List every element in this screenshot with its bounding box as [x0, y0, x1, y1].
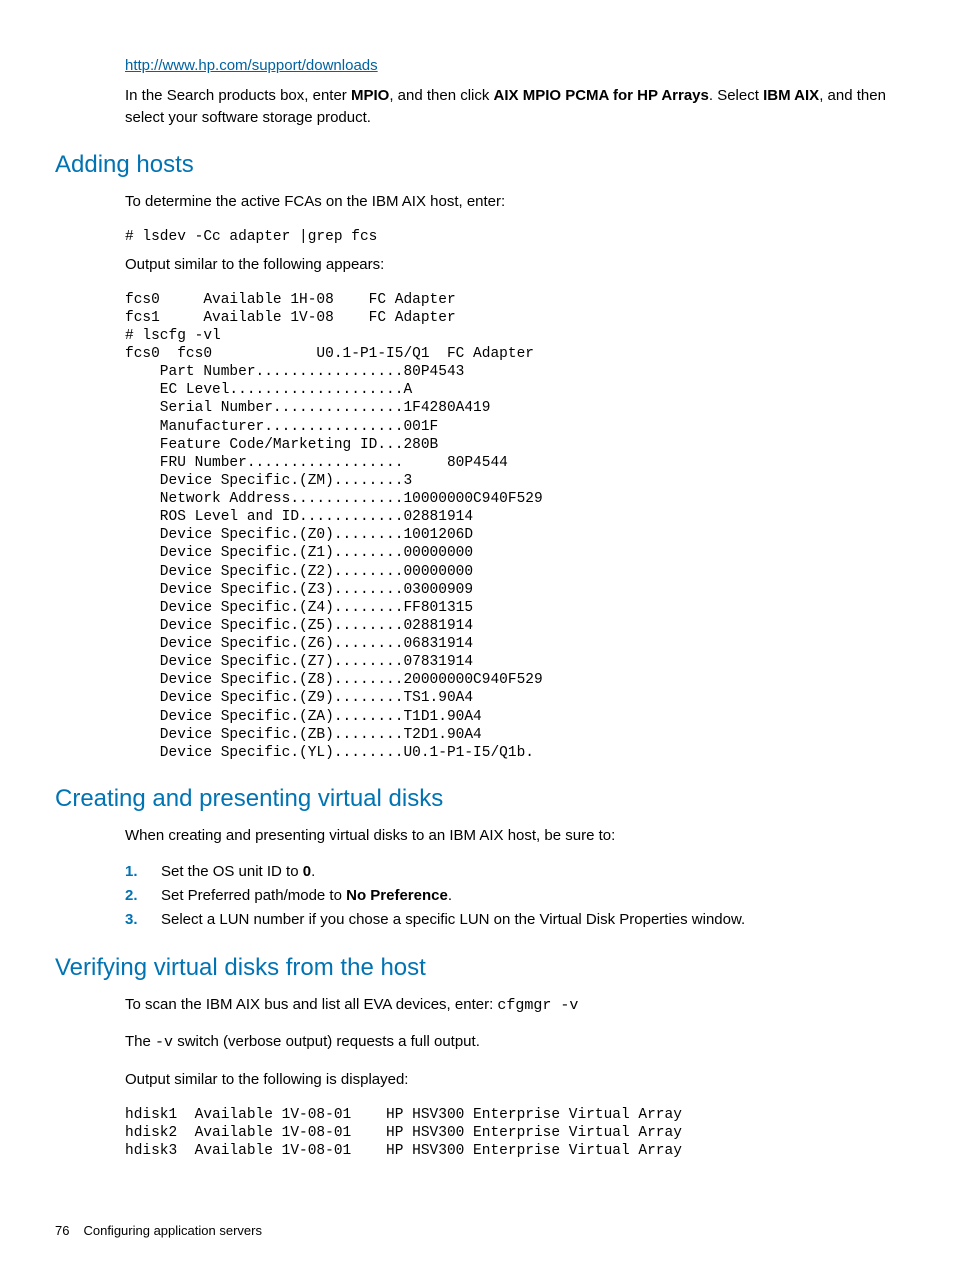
download-url-link[interactable]: http://www.hp.com/support/downloads: [125, 57, 378, 74]
text: To scan the IBM AIX bus and list all EVA…: [125, 996, 497, 1013]
footer-title: Configuring application servers: [83, 1223, 261, 1238]
heading-adding-hosts: Adding hosts: [55, 148, 894, 183]
text: In the Search products box, enter: [125, 87, 351, 104]
heading-verifying-vdisks: Verifying virtual disks from the host: [55, 951, 894, 986]
step-3: Select a LUN number if you chose a speci…: [125, 909, 894, 931]
text: Set Preferred path/mode to: [161, 887, 346, 904]
bold-zero: 0: [303, 863, 311, 880]
paragraph: The -v switch (verbose output) requests …: [125, 1031, 894, 1054]
code-v-switch: -v: [155, 1034, 173, 1051]
text: The: [125, 1033, 155, 1050]
step-2: Set Preferred path/mode to No Preference…: [125, 885, 894, 907]
paragraph: Output similar to the following is displ…: [125, 1069, 894, 1091]
page-number: 76: [55, 1223, 69, 1238]
steps-list: Set the OS unit ID to 0. Set Preferred p…: [125, 861, 894, 930]
bold-mpio: MPIO: [351, 87, 389, 104]
code-cfgmgr: cfgmgr -v: [497, 997, 578, 1014]
command-lsdev: # lsdev -Cc adapter |grep fcs: [125, 228, 894, 246]
text: . Select: [709, 87, 763, 104]
paragraph: To determine the active FCAs on the IBM …: [125, 191, 894, 213]
text: .: [311, 863, 315, 880]
paragraph: To scan the IBM AIX bus and list all EVA…: [125, 994, 894, 1017]
paragraph: When creating and presenting virtual dis…: [125, 825, 894, 847]
paragraph: Output similar to the following appears:: [125, 254, 894, 276]
text: switch (verbose output) requests a full …: [173, 1033, 480, 1050]
intro-paragraph: In the Search products box, enter MPIO, …: [125, 85, 894, 129]
heading-creating-vdisks: Creating and presenting virtual disks: [55, 782, 894, 817]
output-hdisk: hdisk1 Available 1V-08-01 HP HSV300 Ente…: [125, 1106, 894, 1160]
bold-aix-mpio: AIX MPIO PCMA for HP Arrays: [494, 87, 709, 104]
bold-ibm-aix: IBM AIX: [763, 87, 819, 104]
text: Set the OS unit ID to: [161, 863, 303, 880]
page-footer: 76 Configuring application servers: [55, 1222, 262, 1241]
bold-no-pref: No Preference: [346, 887, 448, 904]
text: , and then click: [389, 87, 493, 104]
step-1: Set the OS unit ID to 0.: [125, 861, 894, 883]
output-lscfg: fcs0 Available 1H-08 FC Adapter fcs1 Ava…: [125, 291, 894, 762]
text: .: [448, 887, 452, 904]
